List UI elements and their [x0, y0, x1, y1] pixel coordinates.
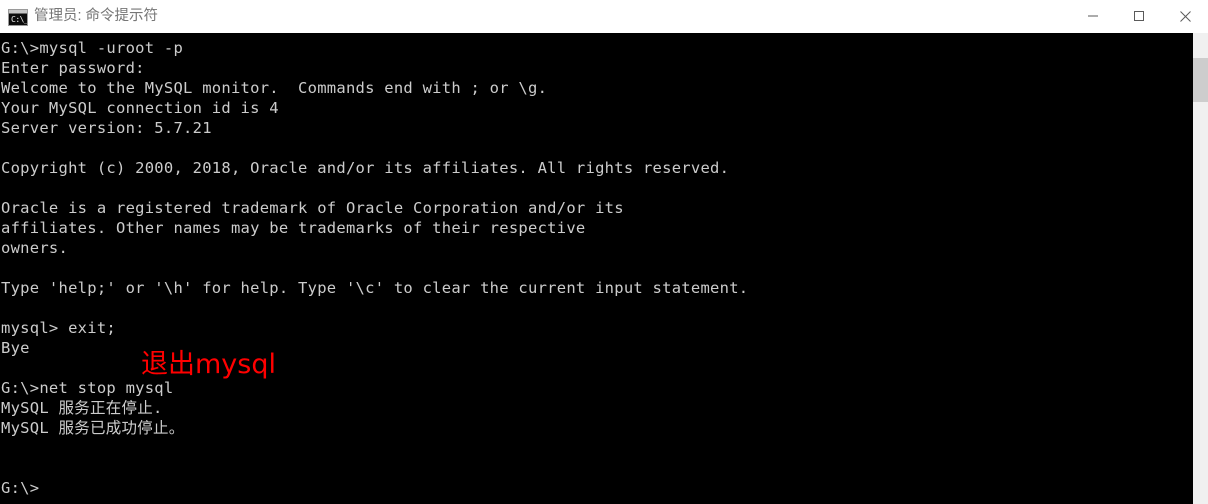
- window-titlebar[interactable]: C:\_ 管理员: 命令提示符: [0, 0, 1208, 33]
- cmd-window: C:\_ 管理员: 命令提示符 G:\>mysql -uroot -p Ente…: [0, 0, 1208, 504]
- maximize-button[interactable]: [1116, 0, 1162, 32]
- console-output-area[interactable]: G:\>mysql -uroot -p Enter password: Welc…: [0, 33, 1193, 504]
- close-icon: [1179, 10, 1191, 22]
- maximize-icon: [1134, 11, 1144, 21]
- cmd-icon-prompt-glyph: C:\_: [11, 15, 28, 24]
- close-button[interactable]: [1162, 0, 1208, 32]
- console-scrollbar[interactable]: [1193, 33, 1208, 504]
- console-text: G:\>mysql -uroot -p Enter password: Welc…: [1, 39, 749, 497]
- scrollbar-thumb[interactable]: [1193, 58, 1208, 102]
- window-controls: [1070, 0, 1208, 32]
- minimize-icon: [1088, 15, 1098, 17]
- red-annotation-exit-mysql: 退出mysql: [141, 349, 276, 380]
- minimize-button[interactable]: [1070, 0, 1116, 32]
- cmd-icon: C:\_: [8, 9, 28, 26]
- window-title: 管理员: 命令提示符: [34, 8, 159, 24]
